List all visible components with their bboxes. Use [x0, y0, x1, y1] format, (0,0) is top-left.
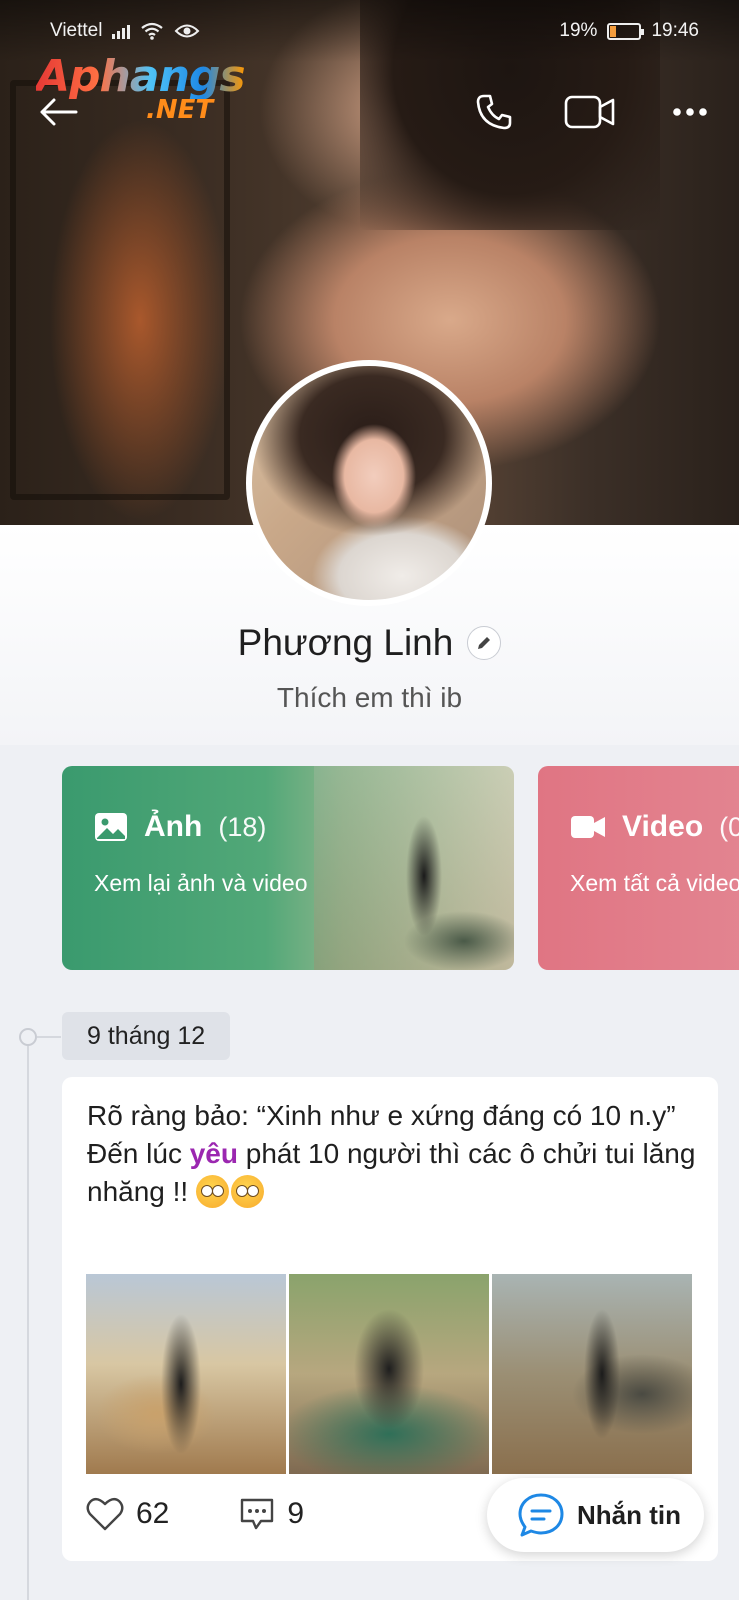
videos-card-count: (0)	[719, 811, 739, 842]
photos-card-title: Ảnh	[144, 810, 203, 843]
video-icon	[571, 816, 605, 838]
like-count: 62	[136, 1497, 170, 1530]
chat-bubble-icon	[518, 1493, 564, 1537]
rolling-eyes-emoji-icon	[195, 1175, 229, 1208]
post-text: Rõ ràng bảo: “Xinh như e xứng đáng có 10…	[87, 1097, 697, 1211]
timeline-connector	[37, 1036, 61, 1038]
comment-icon	[241, 1498, 274, 1530]
photos-card-thumbnail	[314, 766, 514, 970]
post-text-line1: Rõ ràng bảo: “Xinh như e xứng đáng có 10…	[87, 1100, 676, 1131]
battery-icon	[607, 22, 645, 40]
more-options-button[interactable]	[662, 84, 718, 140]
comment-count: 9	[287, 1497, 305, 1530]
heart-icon	[86, 1497, 124, 1531]
photos-card[interactable]: Ảnh (18) Xem lại ảnh và video	[62, 766, 514, 970]
profile-status: Thích em thì ib	[276, 682, 463, 713]
avatar-photo	[252, 366, 486, 600]
signal-icon	[112, 23, 131, 39]
videos-card[interactable]: Video (0) Xem tất cả video	[538, 766, 739, 970]
profile-name: Phương Linh	[237, 622, 454, 663]
rolling-eyes-emoji-icon	[230, 1175, 264, 1208]
arrow-left-icon	[40, 98, 78, 126]
post-actions: 62 9	[86, 1497, 374, 1531]
message-button[interactable]: Nhắn tin	[487, 1478, 704, 1552]
video-camera-icon	[564, 95, 615, 129]
edit-name-button[interactable]	[467, 626, 502, 660]
videos-card-title: Video	[622, 810, 704, 843]
message-button-label: Nhắn tin	[577, 1499, 681, 1530]
clock: 19:46	[651, 20, 699, 41]
post-photo[interactable]	[289, 1274, 489, 1474]
post-photo[interactable]	[492, 1274, 692, 1474]
post-text-highlight: yêu	[189, 1138, 238, 1169]
call-button[interactable]	[466, 84, 522, 140]
comment-button[interactable]: 9	[239, 1497, 304, 1531]
like-button[interactable]: 62	[86, 1497, 169, 1531]
photos-card-count: (18)	[218, 811, 267, 842]
more-horizontal-icon	[673, 108, 707, 116]
phone-icon	[476, 94, 512, 130]
carrier-name: Viettel	[50, 20, 103, 41]
post-photo[interactable]	[86, 1274, 286, 1474]
image-icon	[95, 813, 127, 841]
timeline-dot	[19, 1028, 37, 1046]
timeline-line	[27, 1030, 29, 1600]
photos-card-subtitle: Xem lại ảnh và video	[94, 870, 308, 896]
video-call-button[interactable]	[562, 84, 618, 140]
back-button[interactable]	[30, 84, 86, 140]
post-text-line2-start: Đến lúc	[87, 1138, 190, 1169]
post-photo-grid	[86, 1274, 692, 1474]
videos-card-subtitle: Xem tất cả video	[570, 870, 739, 896]
battery-percent: 19%	[559, 20, 598, 41]
eye-icon	[175, 24, 200, 38]
wifi-icon	[141, 22, 164, 40]
timeline-date: 9 tháng 12	[62, 1012, 231, 1060]
cover-background-door	[10, 80, 230, 500]
profile-name-row: Phương Linh	[0, 622, 739, 664]
avatar[interactable]	[246, 360, 492, 606]
pencil-icon	[478, 637, 491, 649]
